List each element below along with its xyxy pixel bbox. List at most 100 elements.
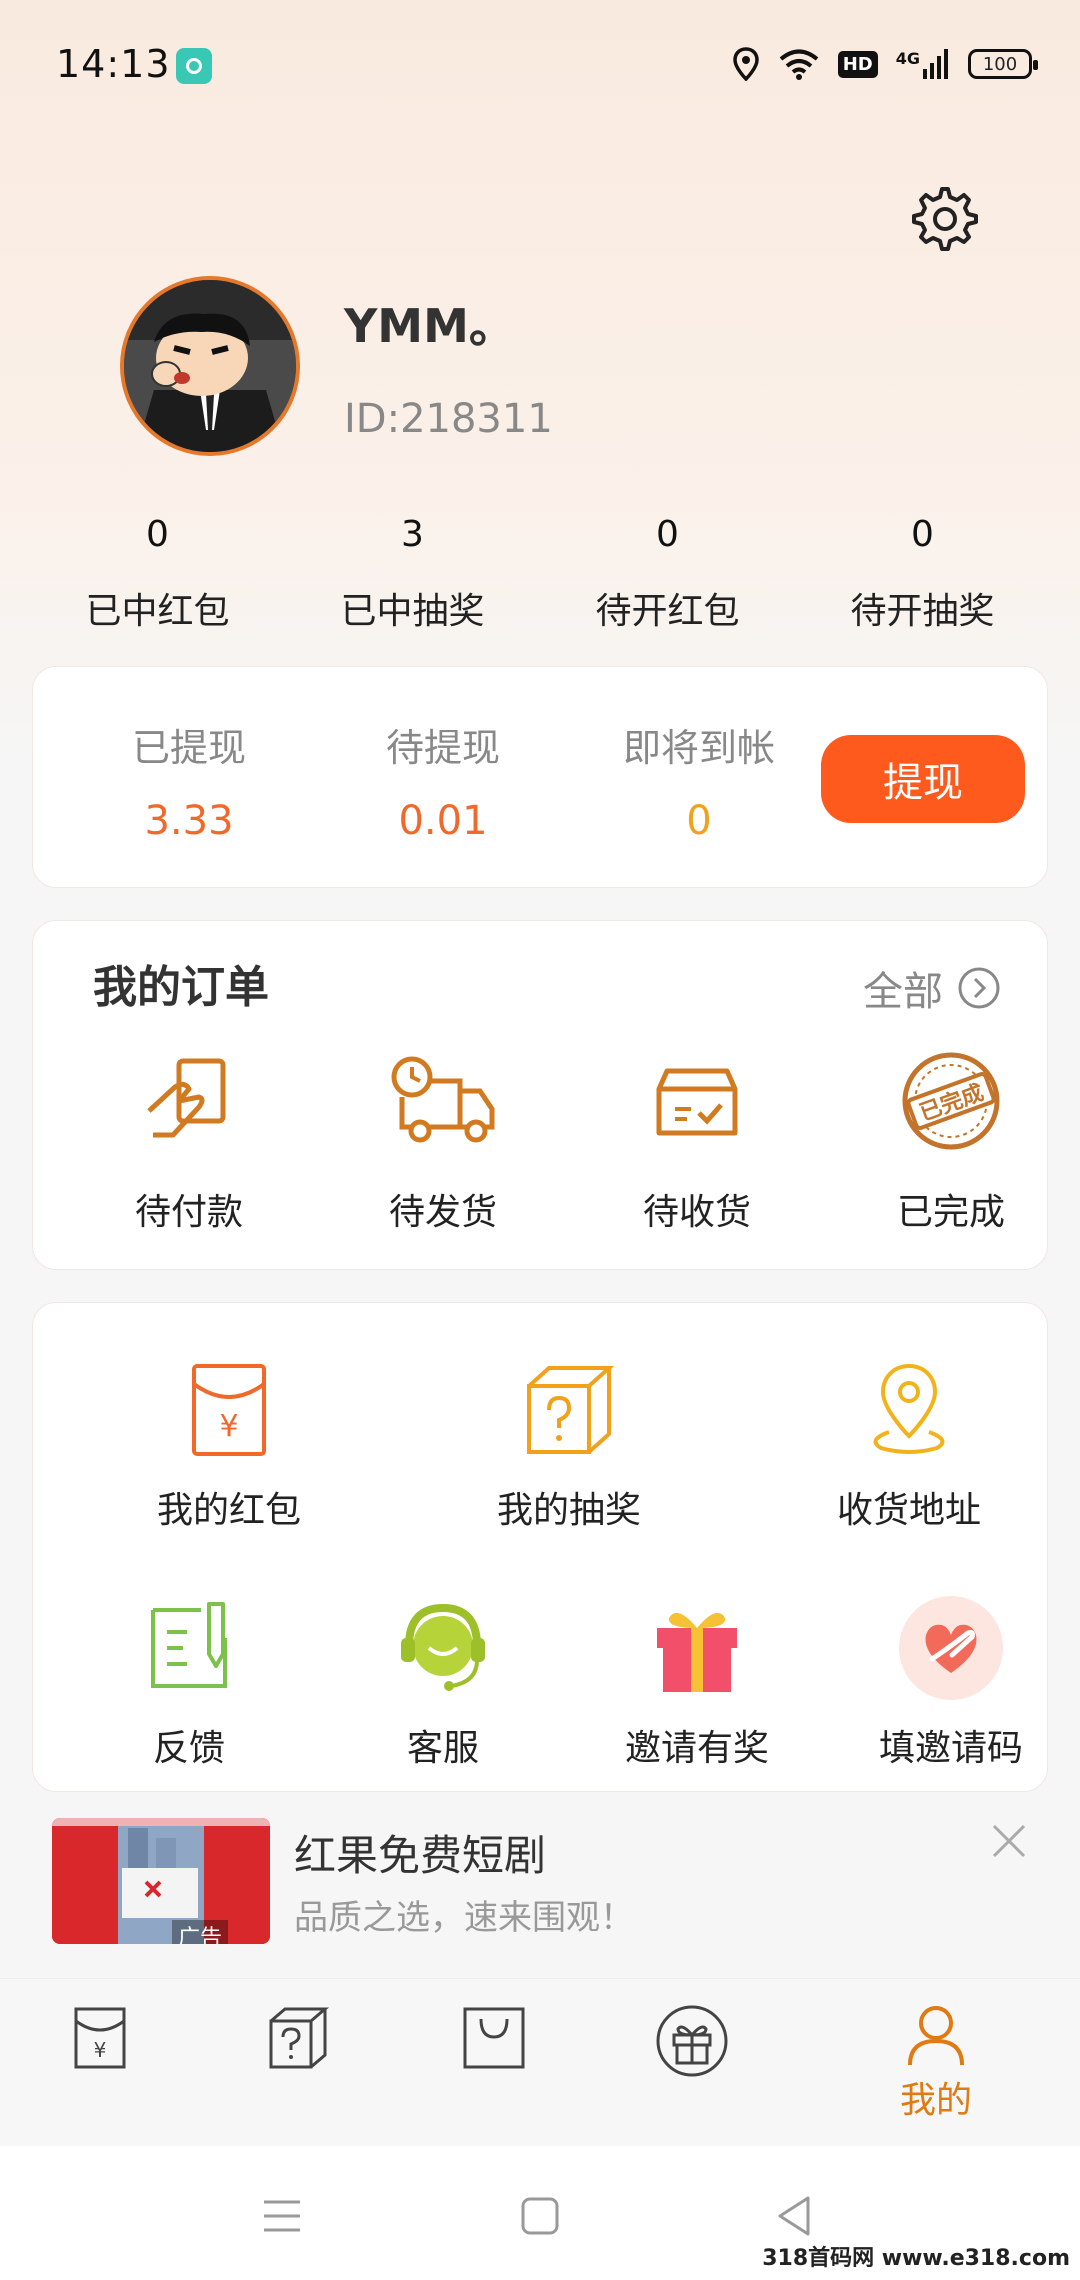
- app-notification-icon: [176, 48, 212, 84]
- watermark: 318首码网 www.e318.com: [762, 2246, 1070, 2271]
- withdrawn-value: 3.33: [144, 798, 234, 844]
- stat-value: 0: [656, 514, 679, 555]
- orders-card: 我的订单 全部 待付款 待发货 待收货 已完成 已完成: [32, 920, 1048, 1270]
- withdraw-card: 已提现 3.33 待提现 0.01 即将到帐 0 提现: [32, 666, 1048, 888]
- nav-home-button[interactable]: [510, 2186, 570, 2246]
- order-label: 待收货: [642, 1192, 751, 1233]
- nav-menu-button[interactable]: [252, 2186, 312, 2246]
- order-pending-payment[interactable]: 待付款: [89, 1041, 289, 1235]
- orders-title: 我的订单: [93, 962, 269, 1013]
- enter-invite-code[interactable]: 填邀请码: [841, 1593, 1061, 1771]
- order-pending-receipt[interactable]: 待收货: [597, 1041, 797, 1235]
- withdrawn-label: 已提现: [131, 726, 246, 770]
- stat-label: 待开红包: [595, 591, 740, 632]
- stat-value: 3: [401, 514, 424, 555]
- pending-withdraw-value: 0.01: [398, 798, 488, 844]
- hd-badge: HD: [837, 50, 878, 78]
- username: YMM。: [344, 299, 515, 353]
- battery-icon: 100: [968, 49, 1038, 79]
- ad-title: 红果免费短剧: [294, 1831, 547, 1880]
- stat-pending-red-envelopes[interactable]: 0 待开红包: [540, 508, 795, 638]
- status-time: 14:13: [56, 42, 171, 86]
- tab-profile[interactable]: 我的: [876, 2003, 996, 2133]
- tool-label: 收货地址: [836, 1490, 981, 1531]
- my-red-envelopes[interactable]: ¥ 我的红包: [119, 1355, 339, 1533]
- stat-value: 0: [911, 514, 934, 555]
- user-id: ID:218311: [344, 396, 553, 442]
- svg-text:¥: ¥: [219, 1409, 238, 1444]
- order-pending-shipment[interactable]: 待发货: [343, 1041, 543, 1235]
- ad-close-button[interactable]: [986, 1818, 1032, 1864]
- red-envelope-tab-icon: ¥: [74, 2007, 126, 2069]
- delivery-truck-icon: [391, 1056, 495, 1143]
- chevron-right-circle-icon: [958, 967, 1000, 1009]
- order-label: 待付款: [134, 1192, 243, 1233]
- ad-banner[interactable]: 广告 红果免费短剧 品质之选，速来围观！: [0, 1802, 1080, 1972]
- completed-stamp-icon: 已完成: [902, 1052, 1000, 1150]
- status-icons: HD 4G 100: [732, 44, 1038, 84]
- pending-withdraw-label: 待提现: [385, 726, 500, 770]
- tab-red-envelopes[interactable]: ¥: [40, 2003, 160, 2133]
- tools-card: ¥ 我的红包 我的抽奖 收货地址 反馈 客服 邀请有奖 填邀请码: [32, 1302, 1048, 1792]
- view-all-label: 全部: [863, 969, 943, 1015]
- network-type: 4G: [895, 49, 920, 68]
- back-triangle-icon: [778, 2196, 810, 2236]
- tool-label: 邀请有奖: [624, 1728, 769, 1769]
- system-nav-bar: 318首码网 www.e318.com: [0, 2146, 1080, 2280]
- shipping-address[interactable]: 收货地址: [799, 1355, 1019, 1533]
- order-label: 待发货: [388, 1192, 497, 1233]
- ad-thumbnail: 广告: [52, 1818, 270, 1944]
- wifi-icon: [779, 49, 818, 80]
- profile-tab-icon: [908, 2006, 964, 2066]
- headset-icon: [401, 1603, 485, 1691]
- lottery-tab-icon: [269, 2007, 330, 2069]
- bottom-tab-bar: ¥ 我的: [0, 1978, 1080, 2146]
- view-all-orders-link[interactable]: 全部: [863, 959, 1001, 1017]
- stat-value: 0: [146, 514, 169, 555]
- home-square-icon: [521, 2197, 559, 2235]
- payment-icon: [147, 1058, 226, 1138]
- stat-label: 已中红包: [85, 591, 230, 632]
- signal-icon: 4G: [896, 49, 950, 79]
- nav-back-button[interactable]: [764, 2186, 824, 2246]
- tool-label: 反馈: [152, 1728, 225, 1769]
- close-icon: [992, 1824, 1026, 1858]
- stats-row: 0 已中红包 3 已中抽奖 0 待开红包 0 待开抽奖: [0, 508, 1080, 638]
- avatar-image: [124, 280, 296, 452]
- arriving-label: 即将到帐: [622, 726, 775, 770]
- tool-label: 我的抽奖: [496, 1490, 641, 1531]
- shopping-bag-tab-icon: [463, 2007, 525, 2069]
- feedback-icon: [151, 1602, 227, 1688]
- withdraw-button[interactable]: 提现: [821, 735, 1025, 823]
- gift-tab-icon: [656, 2005, 728, 2077]
- order-label: 已完成: [896, 1192, 1005, 1233]
- location-icon: [732, 47, 759, 81]
- tool-label: 我的红包: [156, 1490, 301, 1531]
- settings-button[interactable]: [908, 182, 982, 256]
- tool-label: 填邀请码: [878, 1728, 1023, 1769]
- lottery-box-icon: [527, 1366, 615, 1454]
- tab-lottery[interactable]: [238, 2003, 358, 2133]
- avatar[interactable]: [120, 276, 300, 456]
- tab-shop[interactable]: [434, 2003, 554, 2133]
- gift-icon: [657, 1612, 737, 1692]
- status-bar: 14:13 HD 4G 100: [0, 0, 1080, 130]
- svg-text:¥: ¥: [94, 2038, 107, 2062]
- order-completed[interactable]: 已完成 已完成: [851, 1041, 1051, 1235]
- tool-label: 客服: [406, 1728, 479, 1769]
- receive-box-icon: [656, 1068, 738, 1136]
- stat-won-lotteries[interactable]: 3 已中抽奖: [285, 508, 540, 638]
- invite-rewards[interactable]: 邀请有奖: [587, 1593, 807, 1771]
- my-lotteries[interactable]: 我的抽奖: [459, 1355, 679, 1533]
- withdrawn-summary: 已提现 3.33: [79, 717, 299, 844]
- location-pin-icon: [873, 1363, 945, 1454]
- customer-service[interactable]: 客服: [333, 1593, 553, 1771]
- ad-tag: 广告: [172, 1920, 229, 1944]
- pending-withdraw-summary: 待提现 0.01: [333, 717, 553, 844]
- tab-gifts[interactable]: [632, 2003, 752, 2133]
- menu-icon: [264, 2200, 300, 2232]
- stat-pending-lotteries[interactable]: 0 待开抽奖: [795, 508, 1050, 638]
- gear-icon: [912, 187, 978, 251]
- feedback[interactable]: 反馈: [79, 1593, 299, 1771]
- stat-won-red-envelopes[interactable]: 0 已中红包: [30, 508, 285, 638]
